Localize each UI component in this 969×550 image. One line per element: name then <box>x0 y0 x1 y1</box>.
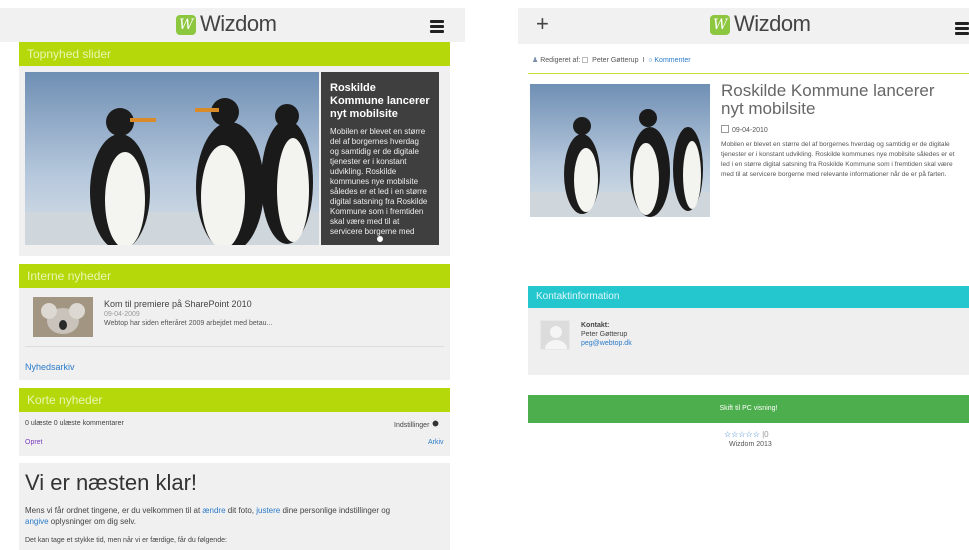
slider-image[interactable] <box>25 72 319 245</box>
gear-icon <box>431 419 441 428</box>
contact-header: Kontaktinformation <box>528 286 969 308</box>
calendar-icon <box>721 125 729 133</box>
avatar-silhouette <box>545 326 567 349</box>
footer-text: Wizdom 2013 <box>729 441 772 448</box>
header-bar: W Wizdom <box>0 8 465 42</box>
rating-count: 0 <box>764 430 769 439</box>
separator: I <box>642 57 645 64</box>
welcome-note: Det kan tage et stykke tid, men når vi e… <box>25 537 227 544</box>
article-image[interactable] <box>530 84 710 217</box>
unread-status: 0 ulæste 0 ulæste kommentarer <box>25 420 124 427</box>
avatar-icon <box>540 320 570 350</box>
settings-button[interactable]: Indstillinger <box>394 419 441 429</box>
short-news-body <box>19 412 450 456</box>
meta-divider <box>528 73 969 74</box>
settings-label: Indstillinger <box>394 422 430 429</box>
create-link[interactable]: Opret <box>25 439 43 446</box>
comment-icon: ○ <box>648 57 653 64</box>
right-screen: + W Wizdom ♟ Redigeret af: Peter Gøtterup… <box>518 0 969 550</box>
slider-text: Mobilen er blevet en større del af borge… <box>330 127 428 236</box>
slider-headline[interactable]: Roskilde Kommune lancerer nyt mobilsite <box>330 82 430 121</box>
divider <box>25 346 444 347</box>
news-item-excerpt: Webtop har siden efteråret 2009 arbejdet… <box>104 320 273 327</box>
contact-email[interactable]: peg@webtop.dk <box>581 340 632 347</box>
slider-caption[interactable]: Roskilde Kommune lancerer nyt mobilsite … <box>321 72 439 245</box>
left-screen: W Wizdom Topnyhed slider Roskilde Kommune… <box>0 0 465 550</box>
star-icon[interactable]: ☆ <box>746 430 753 439</box>
enter-info-link[interactable]: angive <box>25 517 49 526</box>
slider-dot-icon[interactable] <box>377 236 383 242</box>
rating-stars[interactable]: ☆☆☆☆☆ |0 <box>724 430 769 439</box>
change-photo-link[interactable]: ændre <box>202 506 225 515</box>
hamburger-icon[interactable] <box>430 20 444 33</box>
archive-link[interactable]: Arkiv <box>428 439 444 446</box>
star-icon[interactable]: ☆ <box>753 430 760 439</box>
article-body: Mobilen er blevet en større del af borge… <box>721 141 955 178</box>
contact-name: Peter Gøtterup <box>581 331 628 338</box>
meta-row: ♟ Redigeret af: Peter Gøtterup I ○ Komme… <box>532 56 691 64</box>
welcome-heading: Vi er næsten klar! <box>25 470 198 495</box>
edited-by-label: Redigeret af: <box>540 57 581 64</box>
news-item-title[interactable]: Kom til premiere på SharePoint 2010 <box>104 299 252 309</box>
plus-icon[interactable]: + <box>536 13 549 35</box>
hamburger-icon[interactable] <box>955 22 969 35</box>
article-date: 09-04-2010 <box>732 127 768 134</box>
contact-label: Kontakt: <box>581 322 610 329</box>
wizdom-logo[interactable]: W Wizdom <box>710 11 811 37</box>
author-name[interactable]: Peter Gøtterup <box>592 57 638 64</box>
penguins-image <box>25 98 319 245</box>
news-archive-link[interactable]: Nyhedsarkiv <box>25 362 75 372</box>
internal-news-header: Interne nyheder <box>19 264 450 288</box>
welcome-paragraph: Mens vi får ordnet tingene, er du velkom… <box>25 506 391 526</box>
header-bar: + W Wizdom <box>518 8 969 44</box>
comments-link[interactable]: Kommenter <box>654 57 690 64</box>
article-date-row: 09-04-2010 <box>721 125 768 134</box>
switch-to-pc-button[interactable]: Skift til PC visning! <box>528 395 969 423</box>
short-news-header: Korte nyheder <box>19 388 450 412</box>
wizdom-logo[interactable]: W Wizdom <box>176 11 277 37</box>
article-title: Roskilde Kommune lancerer nyt mobilsite <box>721 81 935 118</box>
koala-image <box>33 297 93 337</box>
penguins-image <box>530 109 710 217</box>
user-icon: ♟ <box>532 57 539 64</box>
author-avatar-icon <box>582 57 589 63</box>
adjust-settings-link[interactable]: justere <box>256 506 280 515</box>
star-icon[interactable]: ☆ <box>738 430 745 439</box>
news-item-date: 09-04-2009 <box>104 311 140 318</box>
koala-thumbnail[interactable] <box>33 297 93 337</box>
slider-header: Topnyhed slider <box>19 42 450 66</box>
